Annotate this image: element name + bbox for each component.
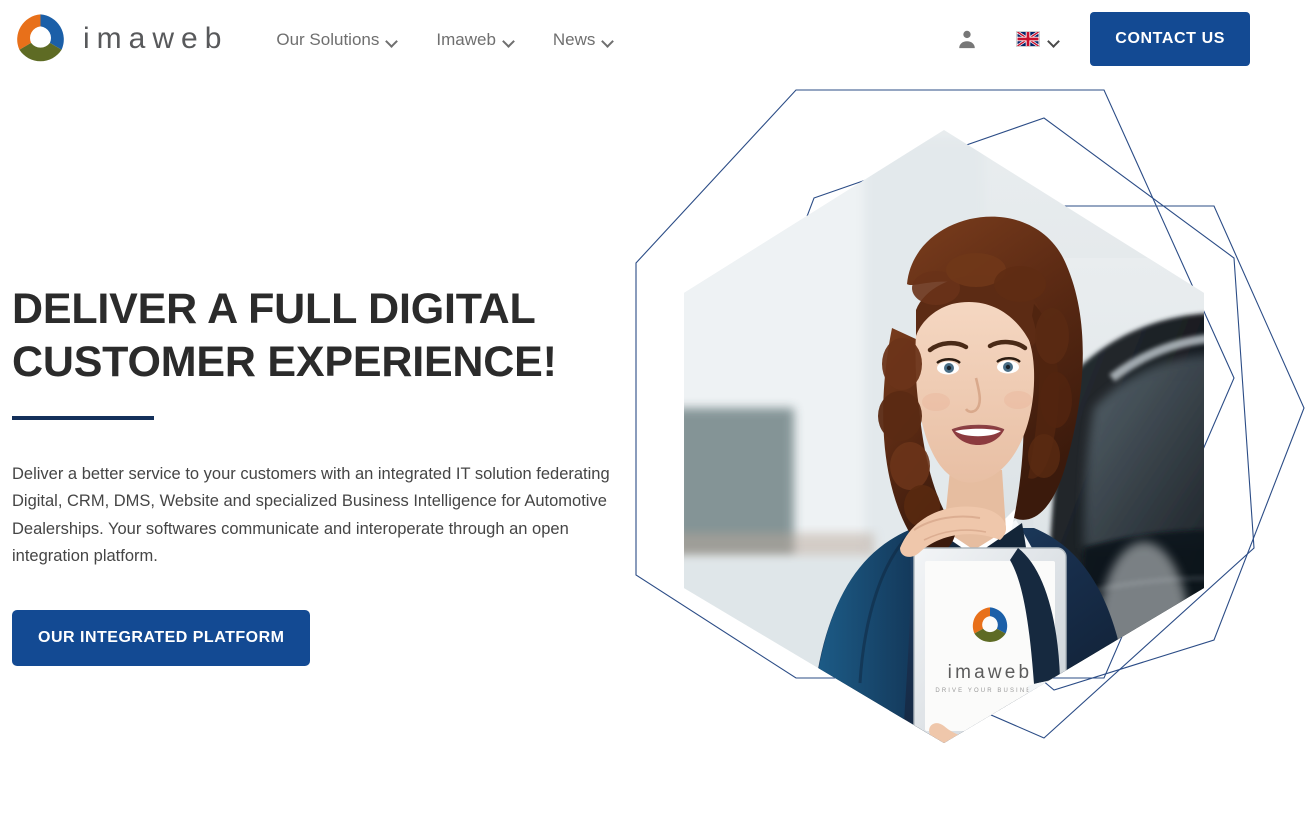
nav-item-imaweb[interactable]: Imaweb	[436, 31, 515, 48]
svg-text:imaweb: imaweb	[948, 662, 1033, 683]
hero-heading: DELIVER A FULL DIGITAL CUSTOMER EXPERIEN…	[12, 283, 637, 389]
nav-item-news[interactable]: News	[553, 31, 615, 48]
chevron-down-icon	[387, 37, 398, 44]
brand-wordmark: imaweb	[83, 22, 229, 55]
our-integrated-platform-button[interactable]: OUR INTEGRATED PLATFORM	[12, 610, 311, 667]
heading-accent-rule	[12, 415, 154, 420]
hero-paragraph: Deliver a better service to your custome…	[12, 464, 610, 565]
nav-item-our-solutions[interactable]: Our Solutions	[276, 31, 398, 48]
chevron-down-icon	[1049, 37, 1060, 44]
svg-text:DRIVE YOUR BUSINESS: DRIVE YOUR BUSINESS	[935, 688, 1044, 694]
hero-section: imaweb DRIVE YOUR BUSINESS DELIVER A FUL…	[0, 78, 1314, 828]
site-header: imaweb Our Solutions Imaweb News CONTACT…	[0, 0, 1314, 78]
nav-label: Our Solutions	[276, 29, 380, 49]
contact-us-button[interactable]: CONTACT US	[1090, 12, 1250, 66]
hero-heading-line2: CUSTOMER EXPERIENCE!	[12, 337, 557, 386]
primary-navigation: Our Solutions Imaweb News	[276, 31, 614, 48]
language-switcher[interactable]	[1016, 31, 1060, 47]
brand-logo-link[interactable]: imaweb	[12, 11, 228, 68]
hero-visual: imaweb DRIVE YOUR BUSINESS	[614, 78, 1314, 818]
hero-photo: imaweb DRIVE YOUR BUSINESS	[684, 130, 1204, 743]
header-actions: CONTACT US	[956, 12, 1250, 66]
hero-hexagon-composition: imaweb DRIVE YOUR BUSINESS	[635, 89, 1305, 743]
nav-label: News	[552, 29, 596, 49]
chevron-down-icon	[504, 37, 515, 44]
chevron-down-icon	[603, 37, 614, 44]
uk-flag-icon	[1016, 31, 1041, 47]
landing-page: imaweb Our Solutions Imaweb News CONTACT…	[0, 0, 1314, 828]
user-person-icon[interactable]	[956, 28, 978, 50]
imaweb-ring-logo-icon	[17, 13, 64, 61]
hero-copy: DELIVER A FULL DIGITAL CUSTOMER EXPERIEN…	[12, 283, 637, 667]
nav-label: Imaweb	[436, 29, 496, 49]
hero-heading-line1: DELIVER A FULL DIGITAL	[12, 285, 536, 333]
